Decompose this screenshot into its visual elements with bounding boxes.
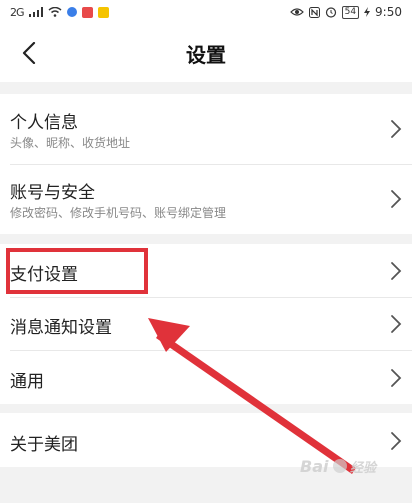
signal-icon <box>28 7 43 17</box>
charging-icon <box>364 7 371 17</box>
app-notification-icon-red <box>81 6 93 18</box>
row-subtitle: 修改密码、修改手机号码、账号绑定管理 <box>10 206 227 220</box>
settings-row-general[interactable]: 通用 <box>0 350 412 404</box>
status-bar-left: 2G <box>10 6 109 19</box>
navigation-header: 设置 <box>0 24 412 82</box>
svg-text:Bai: Bai <box>300 457 329 476</box>
chevron-right-icon <box>391 369 402 387</box>
status-bar-right: 54 9:50 <box>289 5 402 19</box>
settings-row-notifications[interactable]: 消息通知设置 <box>0 297 412 350</box>
alarm-icon <box>325 7 336 18</box>
svg-text:经验: 经验 <box>350 460 378 476</box>
battery-indicator: 54 <box>341 5 360 19</box>
nfc-icon <box>308 6 320 18</box>
row-label: 通用 <box>10 372 44 392</box>
settings-row-personal-info[interactable]: 个人信息 头像、昵称、收货地址 <box>0 94 412 164</box>
row-label: 账号与安全 <box>10 183 95 203</box>
app-notification-icon-blue <box>66 7 77 17</box>
baidu-watermark: Bai 经验 <box>300 457 378 476</box>
signal-label: 2G <box>10 5 24 19</box>
status-time: 9:50 <box>375 5 402 19</box>
page-title: 设置 <box>186 43 226 67</box>
row-label: 关于美团 <box>10 435 78 455</box>
settings-section-account: 个人信息 头像、昵称、收货地址 账号与安全 修改密码、修改手机号码、账号绑定管理 <box>0 94 412 234</box>
app-notification-icon-yellow <box>97 6 109 18</box>
annotation-highlight-box <box>6 248 148 294</box>
chevron-right-icon <box>391 120 402 138</box>
chevron-right-icon <box>391 190 402 208</box>
wifi-icon <box>48 7 62 17</box>
eye-icon <box>289 8 304 16</box>
chevron-right-icon <box>391 432 402 450</box>
row-subtitle: 头像、昵称、收货地址 <box>10 136 131 150</box>
settings-screen: 2G 54 9:50 设置 个人信息 头像、昵称、收货地址 账号与安全 修改密码… <box>0 0 412 503</box>
status-bar: 2G 54 9:50 <box>0 0 412 24</box>
settings-row-account-security[interactable]: 账号与安全 修改密码、修改手机号码、账号绑定管理 <box>0 164 412 234</box>
chevron-right-icon <box>391 315 402 333</box>
row-label: 个人信息 <box>10 113 78 133</box>
chevron-right-icon <box>391 262 402 280</box>
row-label: 消息通知设置 <box>10 318 112 338</box>
